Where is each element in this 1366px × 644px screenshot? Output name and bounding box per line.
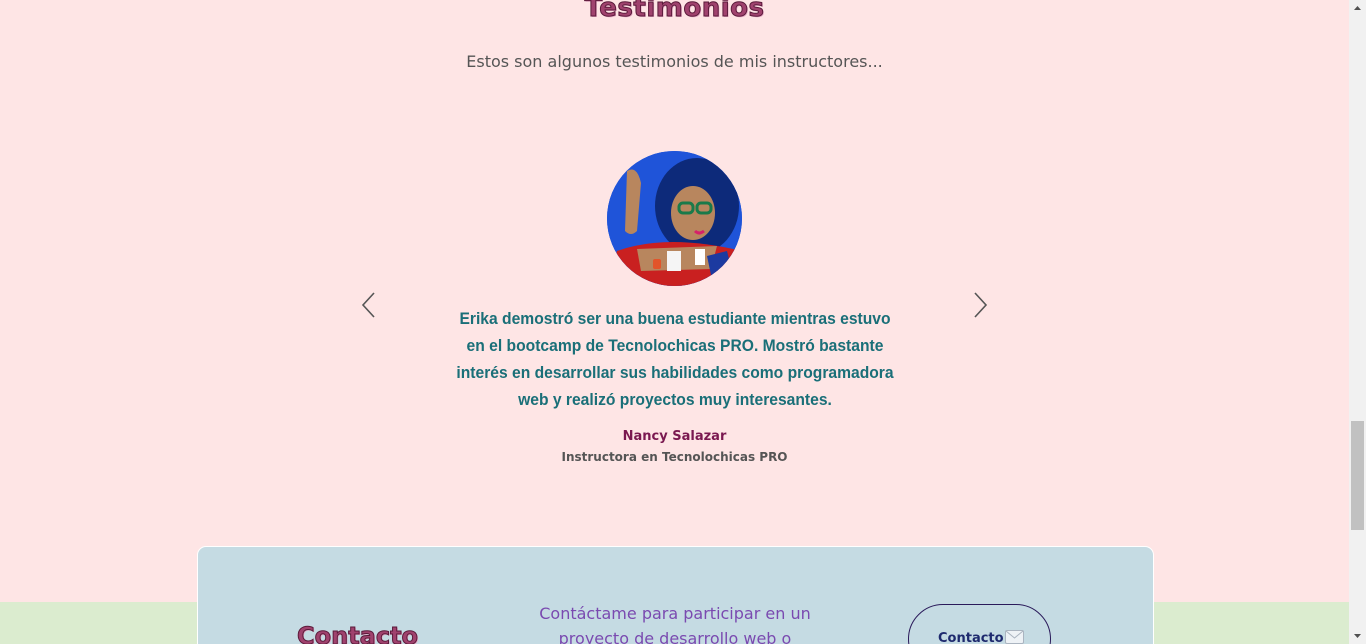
scroll-down-icon[interactable] xyxy=(1349,627,1366,644)
page: Testimonios Estos son algunos testimonio… xyxy=(0,0,1349,644)
section-subtitle: Estos son algunos testimonios de mis ins… xyxy=(466,52,883,71)
mail-icon xyxy=(1005,630,1024,644)
instructor-photo xyxy=(607,151,742,286)
carousel-next-button[interactable] xyxy=(970,291,990,319)
contact-button-label: Contacto xyxy=(938,631,1004,644)
contact-button[interactable]: Contacto xyxy=(908,604,1051,644)
testimonial-role: Instructora en Tecnolochicas PRO xyxy=(561,450,788,464)
section-title: Testimonios xyxy=(584,0,765,24)
carousel-prev-button[interactable] xyxy=(359,291,379,319)
chevron-right-icon xyxy=(974,292,988,318)
contact-text: Contáctame para participar en un proyect… xyxy=(539,604,811,644)
testimonial-quote: Erika demostró ser una buena estudiante … xyxy=(456,309,894,409)
testimonial-author: Nancy Salazar xyxy=(622,429,727,444)
scrollbar-thumb[interactable] xyxy=(1351,421,1364,530)
scroll-up-icon[interactable] xyxy=(1349,0,1366,17)
avatar xyxy=(607,151,742,286)
vertical-scrollbar[interactable] xyxy=(1349,0,1366,644)
contact-title: Contacto xyxy=(296,622,419,644)
chevron-left-icon xyxy=(361,292,375,318)
